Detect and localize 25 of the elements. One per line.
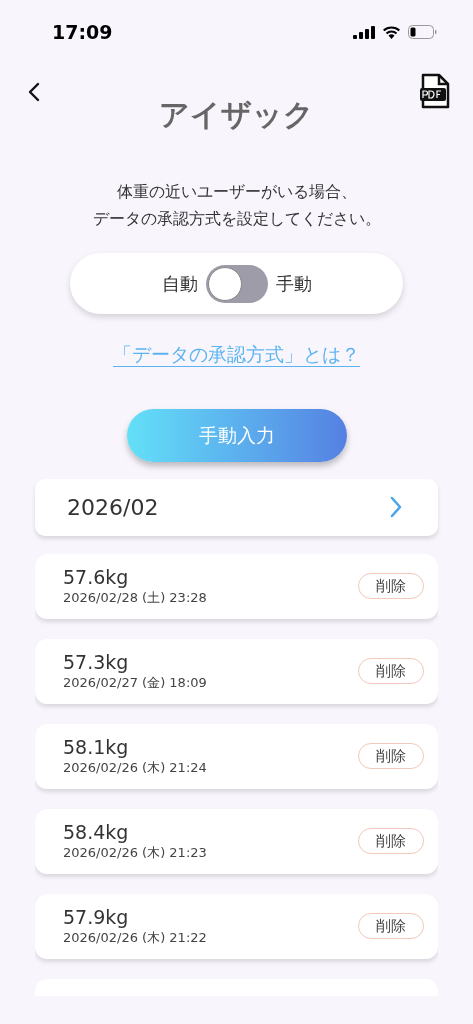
description-text: データの承認方式を設定してください。: [92, 208, 381, 229]
description-text: 体重の近いユーザーがいる場合、: [116, 181, 357, 202]
wifi-icon: [382, 25, 401, 39]
page-title: アイザック: [159, 96, 314, 134]
record-datetime: 2026/02/26 (木) 21:23: [63, 844, 207, 862]
month-label: 2026/02: [67, 493, 159, 522]
battery-icon: [408, 25, 437, 39]
weight-value: 57.6kg: [63, 565, 130, 589]
month-selector[interactable]: 2026/02: [35, 478, 438, 536]
manual-label: 手動: [275, 272, 312, 296]
weight-value: 57.9kg: [63, 905, 130, 929]
signal-icon: [353, 25, 375, 39]
back-icon: [28, 82, 40, 102]
record-datetime: 2026/02/26 (木) 21:24: [63, 759, 207, 777]
chevron-right-icon: [390, 496, 402, 518]
status-time: 17:09: [52, 19, 113, 45]
record-datetime: 2026/02/27 (金) 18:09: [63, 674, 207, 692]
approval-toggle[interactable]: [205, 264, 268, 303]
record-datetime: 2026/02/26 (木) 21:22: [63, 929, 207, 947]
weight-value: 58.1kg: [63, 735, 130, 759]
auto-label: 自動: [161, 272, 198, 296]
pdf-icon[interactable]: [420, 73, 450, 109]
record-datetime: 2026/02/28 (土) 23:28: [63, 589, 207, 607]
weight-value: 58.4kg: [63, 820, 130, 844]
weight-value: 57.3kg: [63, 650, 130, 674]
